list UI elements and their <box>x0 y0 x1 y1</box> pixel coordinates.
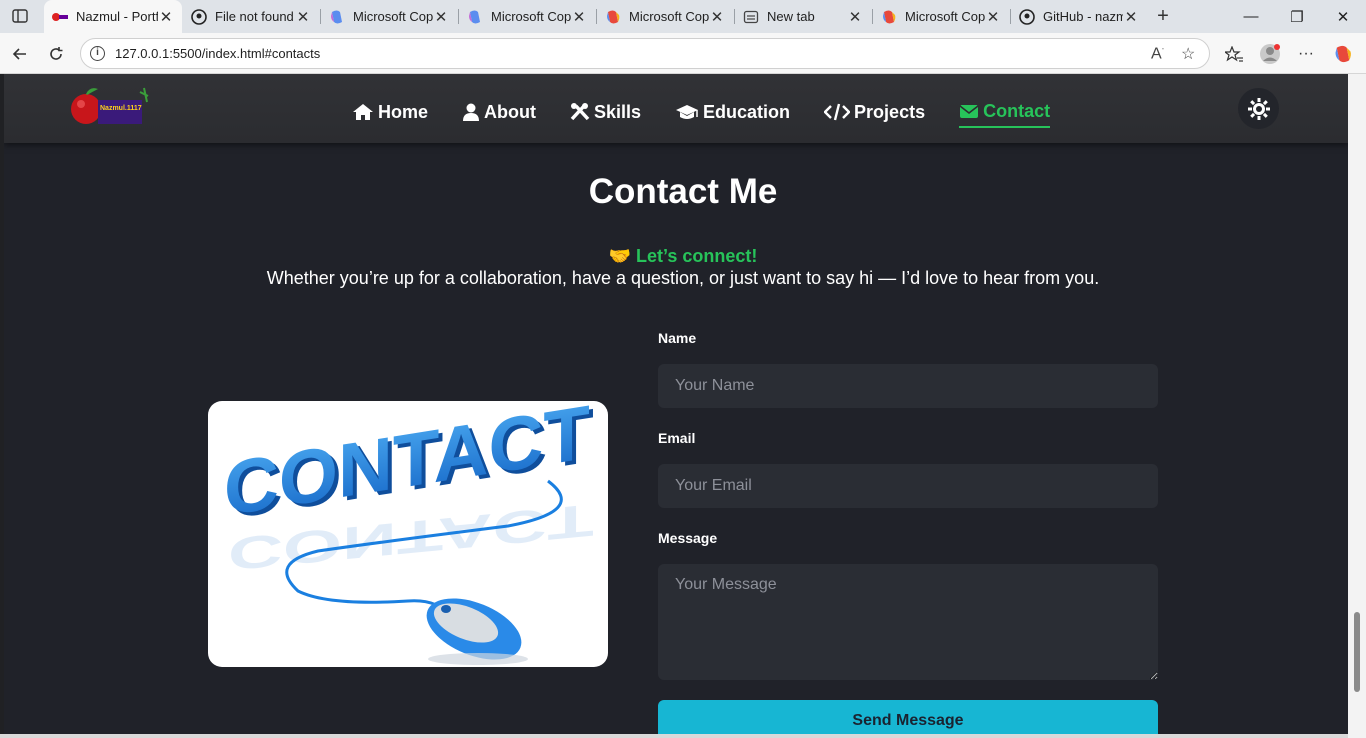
back-arrow-icon[interactable] <box>6 40 34 68</box>
tab-close-icon[interactable]: ✕ <box>571 8 587 26</box>
nav-about[interactable]: About <box>462 98 536 126</box>
github-icon <box>191 8 207 25</box>
new-tab-button[interactable]: + <box>1151 4 1175 28</box>
browser-tab-github[interactable]: GitHub - nazmul ✕ <box>1011 0 1147 33</box>
connect-heading: 🤝 Let’s connect! <box>4 246 1348 267</box>
nav-projects-label: Projects <box>854 101 926 122</box>
email-input[interactable] <box>658 464 1158 508</box>
browser-tab-copilot[interactable]: Microsoft Copilot ✕ <box>873 0 1009 33</box>
site-nav-menu: Home About Skills Education Projects Con… <box>352 96 1084 128</box>
nav-projects[interactable]: Projects <box>824 98 925 126</box>
tab-title: Nazmul - Portfolio <box>76 9 158 24</box>
nav-education[interactable]: Education <box>675 98 790 126</box>
url-text[interactable]: 127.0.0.1:5500/index.html#contacts <box>115 46 320 61</box>
tab-title: Microsoft Copilot <box>353 9 433 24</box>
copilot-icon <box>329 9 345 25</box>
read-aloud-icon[interactable]: Aᐧ <box>1151 44 1164 63</box>
browser-tab-strip: Nazmul - Portfolio ✕ File not found ✕ Mi… <box>0 0 1366 33</box>
code-icon <box>824 103 851 121</box>
favorites-icon[interactable] <box>1221 41 1247 67</box>
site-info-icon[interactable]: i <box>90 46 105 61</box>
tab-close-icon[interactable]: ✕ <box>709 8 725 26</box>
contact-illustration: CONTACT CONTACT CONTACT <box>208 401 608 667</box>
user-icon <box>463 103 480 121</box>
browser-toolbar: i 127.0.0.1:5500/index.html#contacts Aᐧ … <box>0 33 1366 74</box>
tab-title: Microsoft Copilot <box>905 9 985 24</box>
tab-title: Microsoft Copilot <box>491 9 571 24</box>
graduation-cap-icon <box>676 105 699 119</box>
profile-avatar[interactable] <box>1257 41 1283 67</box>
new-tab-page-icon <box>743 9 759 25</box>
envelope-icon <box>959 105 979 118</box>
minimize-icon[interactable]: — <box>1228 0 1274 33</box>
more-options-icon[interactable]: ··· <box>1293 41 1319 67</box>
nav-education-label: Education <box>703 101 791 122</box>
page-scrollbar[interactable] <box>1348 74 1366 738</box>
tab-close-icon[interactable]: ✕ <box>158 8 174 26</box>
favorite-star-icon[interactable]: ☆ <box>1181 44 1195 64</box>
handshake-icon: 🤝 <box>608 246 632 266</box>
nazmul-favicon-icon <box>52 9 68 25</box>
browser-tab-copilot[interactable]: Microsoft Copilot ✕ <box>459 0 595 33</box>
nav-about-label: About <box>484 101 536 122</box>
close-window-icon[interactable]: ✕ <box>1320 0 1366 33</box>
nav-home[interactable]: Home <box>352 98 428 126</box>
browser-tab-file-not-found[interactable]: File not found ✕ <box>183 0 319 33</box>
scrollbar-thumb[interactable] <box>1354 612 1360 692</box>
tab-close-icon[interactable]: ✕ <box>1123 8 1139 26</box>
window-bottom-edge <box>0 734 1348 738</box>
nav-contact[interactable]: Contact <box>959 98 1051 128</box>
tab-close-icon[interactable]: ✕ <box>433 8 449 26</box>
browser-tab-new-tab[interactable]: New tab ✕ <box>735 0 871 33</box>
nav-skills[interactable]: Skills <box>570 98 641 126</box>
tab-close-icon[interactable]: ✕ <box>295 8 311 26</box>
site-logo[interactable]: Nazmul.1117 <box>70 86 152 128</box>
email-label: Email <box>658 430 696 446</box>
nav-skills-label: Skills <box>594 101 642 122</box>
refresh-icon[interactable] <box>42 40 70 68</box>
browser-tab-copilot[interactable]: Microsoft Copilot ✕ <box>321 0 457 33</box>
nav-contact-label: Contact <box>983 100 1051 121</box>
copilot-icon <box>881 9 897 25</box>
browser-tab-portfolio[interactable]: Nazmul - Portfolio ✕ <box>44 0 182 33</box>
github-icon <box>1019 8 1035 25</box>
message-label: Message <box>658 530 718 546</box>
tab-close-icon[interactable]: ✕ <box>985 8 1001 26</box>
tab-close-icon[interactable]: ✕ <box>847 8 863 26</box>
section-title: Contact Me <box>588 172 778 211</box>
page-viewport: Nazmul.1117 Home About Skills Education <box>4 74 1348 734</box>
browser-tab-copilot[interactable]: Microsoft Copilot ✕ <box>597 0 733 33</box>
send-message-button[interactable]: Send Message <box>658 700 1158 734</box>
address-bar[interactable]: i 127.0.0.1:5500/index.html#contacts Aᐧ … <box>80 38 1210 69</box>
sun-icon <box>1247 97 1270 120</box>
theme-toggle-button[interactable] <box>1238 88 1279 129</box>
copilot-icon <box>605 9 621 25</box>
copilot-icon <box>467 9 483 25</box>
connect-text: Let’s connect! <box>636 246 758 266</box>
site-navbar: Nazmul.1117 Home About Skills Education <box>4 74 1348 143</box>
tab-title: File not found <box>215 9 294 24</box>
nav-home-label: Home <box>378 101 429 122</box>
tools-icon <box>570 103 590 121</box>
sidebar-toggle-icon[interactable] <box>6 4 34 28</box>
restore-icon[interactable]: ❐ <box>1274 0 1320 33</box>
tab-title: New tab <box>767 9 815 24</box>
logo-text: Nazmul.1117 <box>100 105 142 112</box>
name-label: Name <box>658 330 697 346</box>
name-input[interactable] <box>658 364 1158 408</box>
tab-title: GitHub - nazmul <box>1043 9 1123 24</box>
message-textarea[interactable] <box>658 564 1158 680</box>
intro-text: Whether you’re up for a collaboration, h… <box>266 268 1100 288</box>
tab-title: Microsoft Copilot <box>629 9 709 24</box>
home-icon <box>353 104 373 120</box>
copilot-icon[interactable] <box>1330 41 1356 67</box>
